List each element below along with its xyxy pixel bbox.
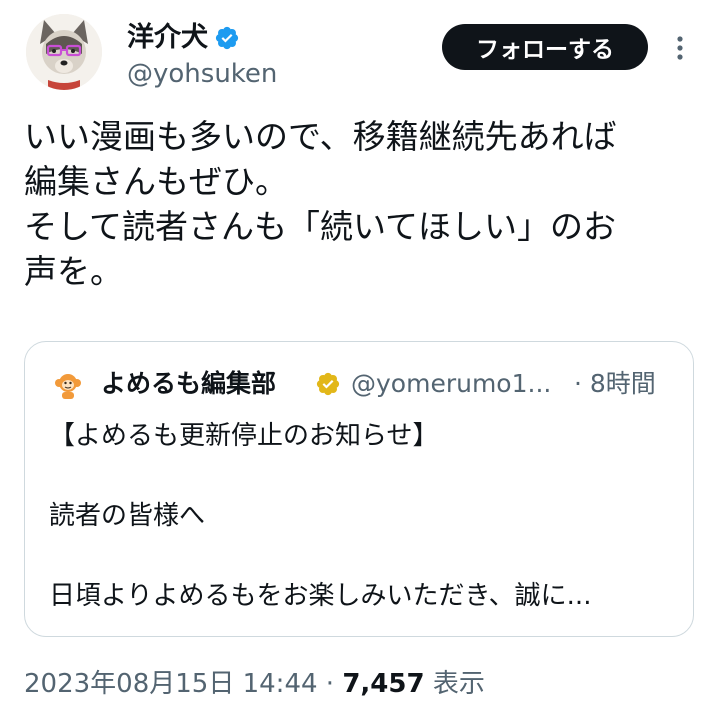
quote-author-avatar	[53, 370, 83, 400]
tweet-text-line: そして読者さんも「続いてほしい」のお	[24, 207, 617, 246]
tweet-page: 洋介犬 @yohsuken フォローする いい漫画も多いので、移籍継続先あれば …	[0, 0, 706, 726]
follow-button[interactable]: フォローする	[442, 24, 648, 70]
view-count: 7,457	[342, 669, 425, 699]
gold-verified-badge-icon	[315, 371, 341, 397]
tweet-text-line: 編集さんもぜひ。	[24, 162, 288, 201]
quote-text: 【よめるも更新停止のお知らせ】 読者の皆様へ 日頃よりよめるもをお楽しみいただき…	[49, 416, 679, 616]
tweet-meta: 2023年08月15日 14:44 · 7,457 表示	[24, 664, 485, 704]
quote-text-line: 日頃よりよめるもをお楽しみいただき、誠に...	[49, 581, 592, 611]
quoted-tweet-card[interactable]: よめるも編集部 @yomerumo1... · 8時間 【よめるも更新停止のお知…	[24, 341, 694, 637]
quote-author-name: よめるも編集部	[101, 369, 277, 398]
tweet-text: いい漫画も多いので、移籍継続先あれば 編集さんもぜひ。 そして読者さんも「続いて…	[24, 114, 694, 294]
meta-separator: ·	[317, 669, 343, 699]
tweet-text-line: いい漫画も多いので、移籍継続先あれば	[24, 117, 617, 156]
quote-text-line	[49, 456, 679, 496]
author-display-name[interactable]: 洋介犬	[127, 20, 208, 56]
verified-badge-icon	[214, 25, 240, 51]
tweet-text-line: 声を。	[24, 252, 123, 291]
monkey-mascot-icon	[55, 374, 81, 399]
quote-text-line: 【よめるも更新停止のお知らせ】	[49, 421, 439, 451]
tweet-timestamp[interactable]: 2023年08月15日 14:44	[24, 669, 318, 699]
view-count-label: 表示	[424, 669, 485, 699]
quote-timestamp: · 8時間	[574, 369, 656, 398]
quote-text-line	[49, 536, 679, 576]
dog-avatar-icon	[26, 14, 102, 90]
author-avatar[interactable]	[26, 14, 102, 90]
quote-text-line: 読者の皆様へ	[49, 501, 206, 531]
author-name-row[interactable]: 洋介犬	[127, 20, 240, 56]
quote-author-handle: @yomerumo1...	[351, 369, 552, 398]
more-vertical-icon[interactable]	[670, 34, 690, 62]
author-handle[interactable]: @yohsuken	[127, 57, 277, 91]
